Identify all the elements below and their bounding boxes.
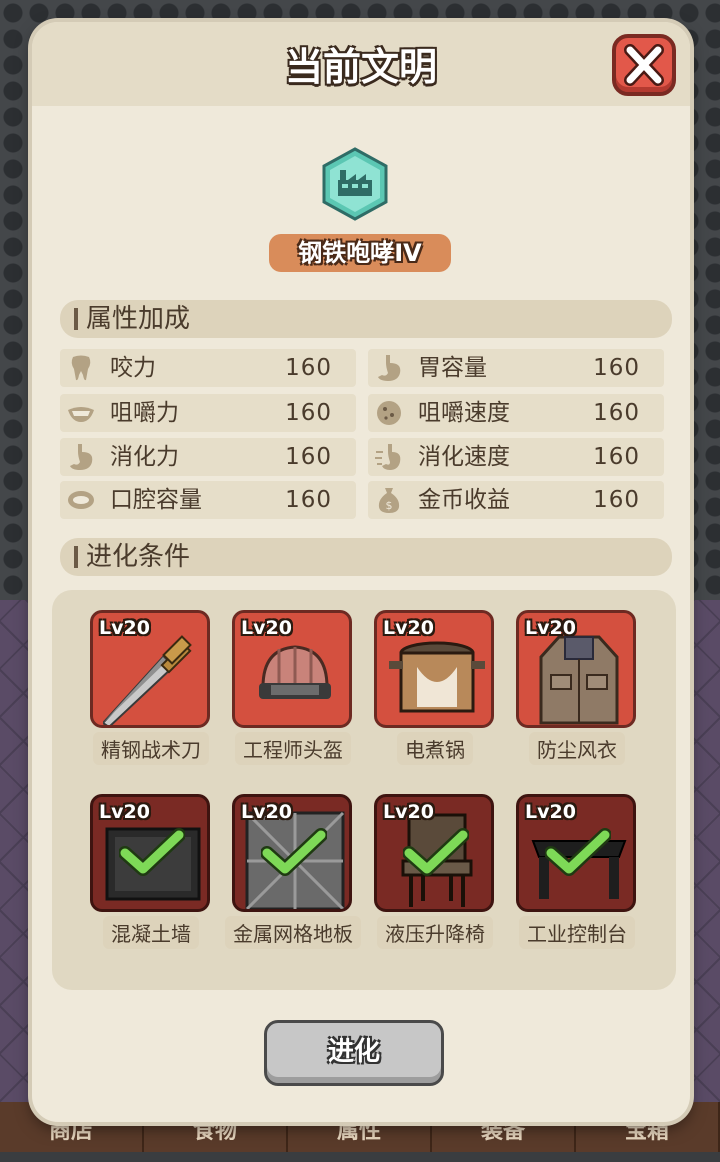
helmet-icon [259, 645, 331, 699]
item-tile: Lv20 [232, 794, 352, 912]
level-label: Lv20 [99, 617, 150, 639]
item-name: 防尘风衣 [529, 732, 625, 765]
level-label: Lv20 [99, 801, 150, 823]
item-name: 液压升降椅 [377, 916, 493, 949]
stat-row-bite: 咬力 160 [60, 349, 356, 387]
factory-icon [322, 147, 388, 221]
stat-value: 160 [593, 355, 640, 381]
money-bag-icon: $ [378, 488, 400, 513]
stomach-speed-icon [375, 444, 401, 470]
stat-value: 160 [285, 444, 332, 470]
item-name: 工程师头盔 [235, 732, 351, 765]
evolve-button[interactable]: 进化 [264, 1020, 444, 1086]
item-name: 精钢战术刀 [93, 732, 209, 765]
item-tile: Lv20 [90, 610, 210, 728]
item-tile: Lv20 [232, 610, 352, 728]
stat-row-stomach-capacity: 胃容量 160 [368, 349, 664, 387]
conditions-section-title: 进化条件 [86, 542, 191, 572]
civilization-name-badge: 钢铁咆哮IV [269, 234, 451, 272]
stat-name: 咀嚼力 [110, 400, 179, 426]
close-icon [624, 44, 664, 86]
stat-row-chew-speed: 咀嚼速度 160 [368, 394, 664, 432]
checkmark-icon [403, 828, 469, 876]
conditions-grid: Lv20 精钢战术刀 Lv20 工程师头盔 Lv20 电煮锅 Lv20 防尘风衣… [52, 590, 676, 990]
stat-name: 金币收益 [418, 487, 510, 513]
item-name: 混凝土墙 [103, 916, 199, 949]
stat-name: 消化速度 [418, 444, 510, 470]
stat-name: 口腔容量 [110, 487, 202, 513]
checkmark-icon [545, 828, 611, 876]
stat-row-coin-income: $ 金币收益 160 [368, 481, 664, 519]
svg-text:$: $ [386, 499, 393, 512]
item-tile: Lv20 [374, 610, 494, 728]
item-name: 金属网格地板 [225, 916, 361, 949]
stat-row-mouth-capacity: 口腔容量 160 [60, 481, 356, 519]
stat-row-digestion-speed: 消化速度 160 [368, 438, 664, 476]
level-label: Lv20 [383, 617, 434, 639]
stomach-icon [70, 444, 93, 470]
stat-row-chew-power: 咀嚼力 160 [60, 394, 356, 432]
attributes-section-header: 属性加成 [60, 300, 672, 338]
stat-name: 咬力 [110, 355, 156, 381]
checkmark-icon [119, 828, 185, 876]
level-label: Lv20 [383, 801, 434, 823]
level-label: Lv20 [241, 617, 292, 639]
stat-value: 160 [593, 487, 640, 513]
item-tile: Lv20 [90, 794, 210, 912]
stat-value: 160 [593, 444, 640, 470]
civilization-dialog: 当前文明 钢铁咆哮IV 属性加成 咬力 160 胃容量 160 咀嚼力 160 [32, 22, 690, 1122]
stat-row-digestion: 消化力 160 [60, 438, 356, 476]
level-label: Lv20 [525, 617, 576, 639]
section-mark [74, 308, 78, 330]
close-button[interactable] [612, 34, 676, 96]
conditions-section-header: 进化条件 [60, 538, 672, 576]
dialog-title: 当前文明 [284, 45, 437, 89]
pot-icon [389, 641, 485, 713]
stat-value: 160 [285, 487, 332, 513]
stat-value: 160 [593, 400, 640, 426]
mouth-icon [68, 491, 94, 509]
section-mark [74, 546, 78, 568]
tooth-icon [71, 355, 91, 381]
item-tile: Lv20 [516, 794, 636, 912]
stat-name: 胃容量 [418, 355, 487, 381]
item-name: 电煮锅 [397, 732, 473, 765]
checkmark-icon [261, 828, 327, 876]
item-tile: Lv20 [374, 794, 494, 912]
stat-value: 160 [285, 355, 332, 381]
teeth-smile-icon [68, 407, 94, 422]
stat-value: 160 [285, 400, 332, 426]
stat-name: 消化力 [110, 444, 179, 470]
level-label: Lv20 [525, 801, 576, 823]
level-label: Lv20 [241, 801, 292, 823]
attributes-section-title: 属性加成 [86, 304, 191, 334]
stomach-icon [378, 355, 401, 381]
item-name: 工业控制台 [519, 916, 635, 949]
dagger-icon [103, 635, 192, 725]
stat-name: 咀嚼速度 [418, 400, 510, 426]
item-tile: Lv20 [516, 610, 636, 728]
coat-icon [539, 635, 619, 725]
cookie-icon [377, 401, 401, 425]
